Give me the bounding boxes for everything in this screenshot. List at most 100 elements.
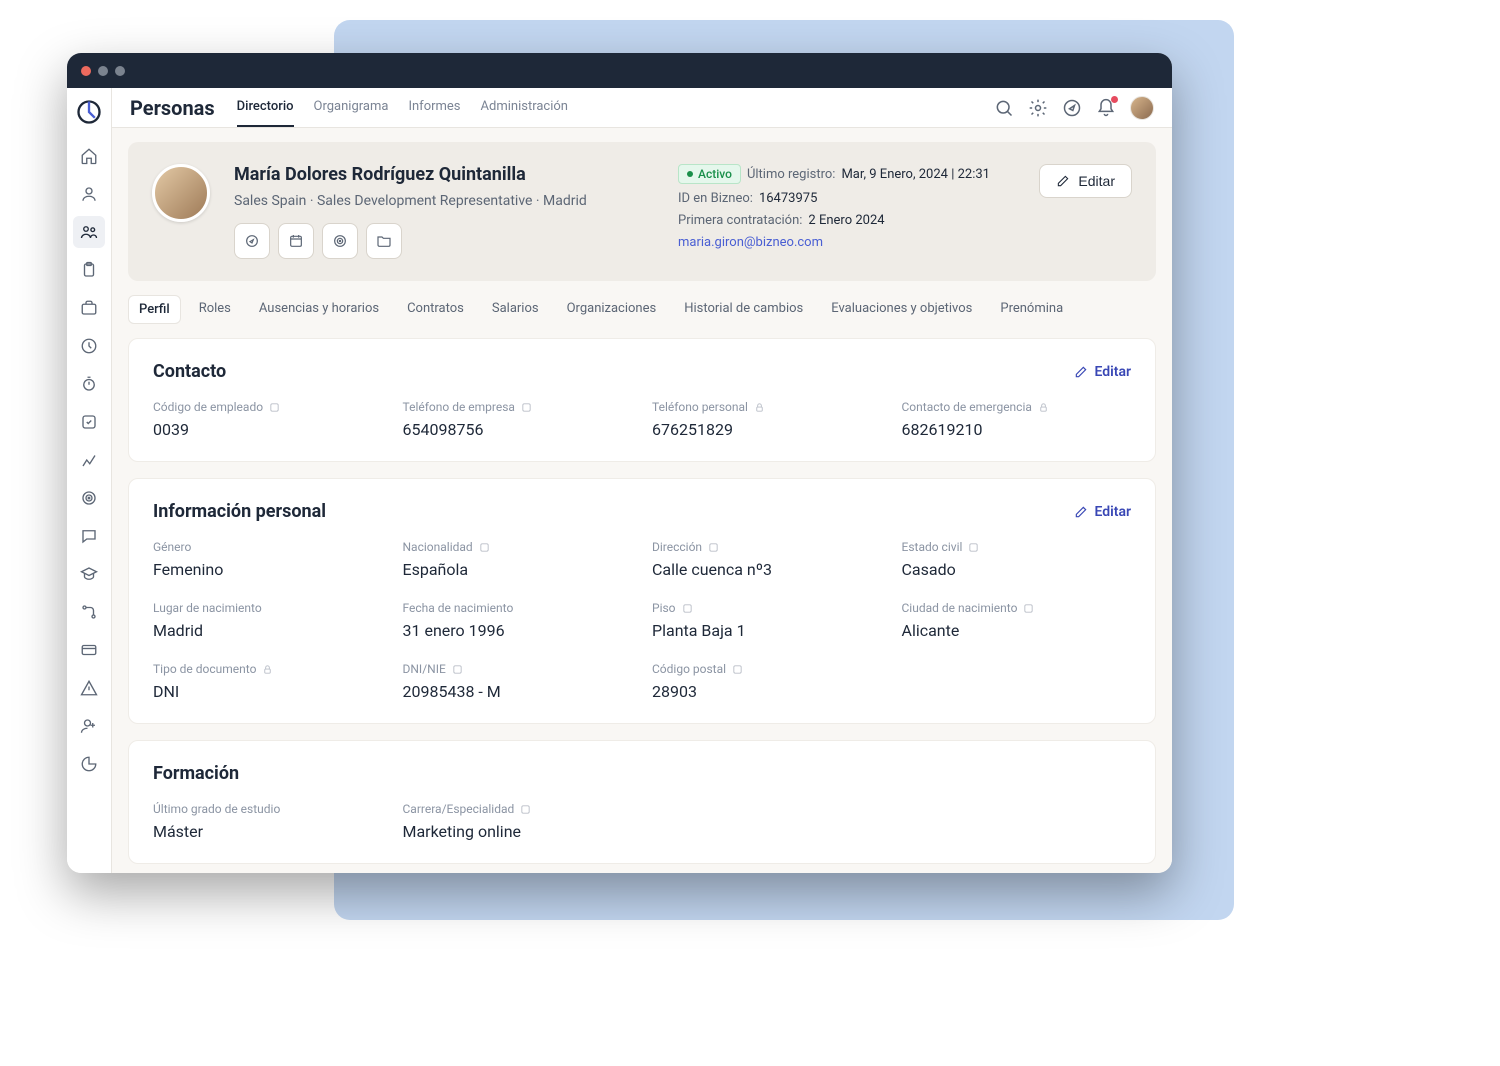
rail-check-icon[interactable] — [73, 406, 105, 438]
notification-dot-icon — [1111, 96, 1118, 103]
info-icon — [682, 603, 693, 614]
field-value: Femenino — [153, 560, 383, 579]
field-tipo-documento: Tipo de documento DNI — [153, 662, 383, 701]
edit-contacto-button[interactable]: Editar — [1074, 364, 1131, 380]
bell-icon[interactable] — [1096, 98, 1116, 118]
rail-briefcase-icon[interactable] — [73, 292, 105, 324]
detail-tabs: Perfil Roles Ausencias y horarios Contra… — [128, 295, 1156, 324]
field-label: Dirección — [652, 540, 702, 554]
rail-pie-icon[interactable] — [73, 748, 105, 780]
page-title: Personas — [130, 96, 215, 120]
profile-name: María Dolores Rodríguez Quintanilla — [234, 164, 654, 185]
field-codigo-empleado: Código de empleado 0039 — [153, 400, 383, 439]
field-label: Carrera/Especialidad — [403, 802, 515, 816]
field-value: Marketing online — [403, 822, 633, 841]
field-label: DNI/NIE — [403, 662, 446, 676]
field-ciudad-nacimiento: Ciudad de nacimiento Alicante — [902, 601, 1132, 640]
id-label: ID en Bizneo: — [678, 191, 753, 206]
field-value: Calle cuenca nº3 — [652, 560, 882, 579]
id-value: 16473975 — [759, 191, 817, 206]
compass-icon[interactable] — [1062, 98, 1082, 118]
pencil-icon — [1074, 365, 1088, 379]
tab-organizaciones[interactable]: Organizaciones — [557, 295, 667, 324]
field-label: Tipo de documento — [153, 662, 256, 676]
maximize-dot-icon[interactable] — [115, 66, 125, 76]
rail-home-icon[interactable] — [73, 140, 105, 172]
field-value: 654098756 — [403, 420, 633, 439]
user-avatar[interactable] — [1130, 96, 1154, 120]
field-label: Contacto de emergencia — [902, 400, 1032, 414]
info-icon — [1023, 603, 1034, 614]
last-login-label: Último registro: — [747, 167, 836, 182]
field-value: Máster — [153, 822, 383, 841]
info-icon — [479, 542, 490, 553]
tab-perfil[interactable]: Perfil — [128, 295, 181, 324]
edit-button-label: Editar — [1078, 173, 1115, 189]
pencil-icon — [1056, 174, 1070, 188]
gear-icon[interactable] — [1028, 98, 1048, 118]
tab-informes[interactable]: Informes — [408, 88, 460, 127]
rail-card-icon[interactable] — [73, 634, 105, 666]
minimize-dot-icon[interactable] — [98, 66, 108, 76]
action-folder-icon[interactable] — [366, 223, 402, 259]
tab-administracion[interactable]: Administración — [481, 88, 568, 127]
tab-organigrama[interactable]: Organigrama — [314, 88, 389, 127]
field-lugar-nacimiento: Lugar de nacimiento Madrid — [153, 601, 383, 640]
rail-clipboard-icon[interactable] — [73, 254, 105, 286]
tab-salarios[interactable]: Salarios — [482, 295, 549, 324]
search-icon[interactable] — [994, 98, 1014, 118]
field-telefono-empresa: Teléfono de empresa 654098756 — [403, 400, 633, 439]
rail-stopwatch-icon[interactable] — [73, 368, 105, 400]
field-label: Estado civil — [902, 540, 963, 554]
edit-profile-button[interactable]: Editar — [1039, 164, 1132, 198]
info-icon — [452, 664, 463, 675]
rail-alert-icon[interactable] — [73, 672, 105, 704]
email-link[interactable]: maria.giron@bizneo.com — [678, 235, 823, 250]
field-label: Código postal — [652, 662, 726, 676]
info-icon — [269, 402, 280, 413]
field-label: Ciudad de nacimiento — [902, 601, 1018, 615]
field-fecha-nacimiento: Fecha de nacimiento 31 enero 1996 — [403, 601, 633, 640]
field-value: 20985438 - M — [403, 682, 633, 701]
field-value: Madrid — [153, 621, 383, 640]
rail-chart-icon[interactable] — [73, 444, 105, 476]
field-value: Planta Baja 1 — [652, 621, 882, 640]
logo-icon[interactable] — [75, 98, 103, 126]
tab-ausencias[interactable]: Ausencias y horarios — [249, 295, 389, 324]
rail-clock-icon[interactable] — [73, 330, 105, 362]
action-calendar-icon[interactable] — [278, 223, 314, 259]
field-dni-nie: DNI/NIE 20985438 - M — [403, 662, 633, 701]
tab-contratos[interactable]: Contratos — [397, 295, 474, 324]
action-compass-icon[interactable] — [234, 223, 270, 259]
rail-target-icon[interactable] — [73, 482, 105, 514]
contacto-title: Contacto — [153, 361, 226, 382]
rail-user-icon[interactable] — [73, 178, 105, 210]
info-icon — [968, 542, 979, 553]
rail-user-plus-icon[interactable] — [73, 710, 105, 742]
field-label: Último grado de estudio — [153, 802, 280, 816]
tab-roles[interactable]: Roles — [189, 295, 241, 324]
field-value: 31 enero 1996 — [403, 621, 633, 640]
tab-historial[interactable]: Historial de cambios — [674, 295, 813, 324]
action-target-icon[interactable] — [322, 223, 358, 259]
rail-flow-icon[interactable] — [73, 596, 105, 628]
rail-academic-icon[interactable] — [73, 558, 105, 590]
field-label: Teléfono de empresa — [403, 400, 515, 414]
field-ultimo-grado: Último grado de estudio Máster — [153, 802, 383, 841]
field-value: 682619210 — [902, 420, 1132, 439]
field-label: Fecha de nacimiento — [403, 601, 514, 615]
info-icon — [732, 664, 743, 675]
rail-chat-icon[interactable] — [73, 520, 105, 552]
edit-personal-button[interactable]: Editar — [1074, 504, 1131, 520]
close-dot-icon[interactable] — [81, 66, 91, 76]
profile-subtitle: Sales Spain · Sales Development Represen… — [234, 193, 654, 209]
tab-directorio[interactable]: Directorio — [237, 88, 294, 127]
field-label: Código de empleado — [153, 400, 263, 414]
topbar-tabs: Directorio Organigrama Informes Administ… — [237, 88, 568, 127]
formacion-title: Formación — [153, 763, 239, 784]
info-icon — [520, 804, 531, 815]
tab-evaluaciones[interactable]: Evaluaciones y objetivos — [821, 295, 982, 324]
rail-people-icon[interactable] — [73, 216, 105, 248]
formacion-card: Formación Último grado de estudio Máster… — [128, 740, 1156, 864]
tab-prenomina[interactable]: Prenómina — [990, 295, 1073, 324]
